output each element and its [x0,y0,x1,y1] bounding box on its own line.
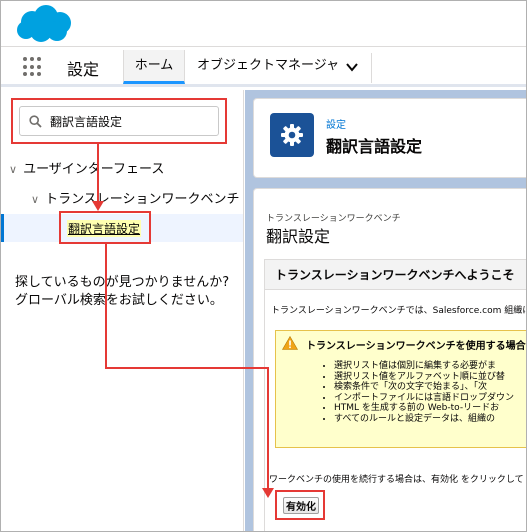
warning-item: 選択リスト値は個別に編集する必要がま [334,361,514,372]
search-icon [29,115,42,128]
tree-item-label: トランスレーションワークベンチ [45,192,240,207]
breadcrumb[interactable]: 設定 [326,116,346,131]
main-content: 設定 翻訳言語設定 トランスレーションワークベンチ 翻訳設定 トランスレーション… [245,90,527,531]
content-card: トランスレーションワークベンチ 翻訳設定 トランスレーションワークベンチへようこ… [253,188,527,531]
tree-item-user-interface[interactable]: ∨ ユーザインターフェース [9,158,164,177]
section-title: 翻訳設定 [266,227,331,246]
intro-text: トランスレーションワークベンチでは、Salesforce.com 組織に対 [271,306,527,316]
window: 設定 ホーム オブジェクトマネージャ ∨ ユーザインターフェース ∨ トランスレーシ… [0,0,527,532]
page-header: 設定 翻訳言語設定 [253,98,526,178]
setup-tile [270,113,314,157]
welcome-title: トランスレーションワークベンチへようこそ [265,260,526,290]
warning-list: 選択リスト値は個別に編集する必要がま 選択リスト値をアルファベット順に並び替 検… [334,361,514,424]
salesforce-cloud-icon[interactable] [13,4,75,44]
enable-highlight-box: 有効化 [275,490,325,520]
warning-item: 検索条件で「次の文字で始まる」、「次 [334,382,514,393]
arrow-down-icon [92,201,104,211]
app-launcher-icon[interactable] [23,57,43,77]
setup-sidebar: ∨ ユーザインターフェース ∨ トランスレーションワークベンチ 翻訳言語設定 探して… [1,90,244,531]
gear-icon [281,124,303,146]
chevron-down-icon[interactable] [345,60,359,74]
warning-box: トランスレーションワークベンチを使用する場合は 選択リスト値は個別に編集する必要… [275,330,527,448]
tree-item-translation-language-settings[interactable]: 翻訳言語設定 [67,220,142,237]
continue-text: ワークベンチの使用を続行する場合は、有効化 をクリックして [269,475,524,485]
warning-item: すべてのルールと設定データは、組織の [334,414,514,425]
tab-object-manager[interactable]: オブジェクトマネージャ [197,50,339,84]
welcome-panel: トランスレーションワークベンチへようこそ トランスレーションワークベンチでは、S… [264,259,527,531]
nav-divider [371,53,372,83]
tree-item-translation-workbench[interactable]: ∨ トランスレーションワークベンチ [31,188,240,207]
quick-find-input[interactable] [50,107,215,135]
warning-item: 選択リスト値をアルファベット順に並び替 [334,372,514,383]
tree-item-label: ユーザインターフェース [23,162,165,177]
warning-icon [282,336,298,350]
warning-title: トランスレーションワークベンチを使用する場合は [306,341,527,352]
page-title: 翻訳言語設定 [326,137,423,156]
chevron-down-icon: ∨ [9,163,18,176]
tab-home[interactable]: ホーム [123,50,185,84]
not-found-message: 探しているものが見つかりませんか? グローバル検索をお試しください。 [15,275,230,308]
app-name: 設定 [67,60,100,79]
warning-item: HTML を生成する前の Web-to-リードお [334,403,514,414]
connector-line [267,367,269,491]
warning-item: インポートファイルには言語ドロップダウン [334,393,514,404]
connector-line [105,367,269,369]
quick-find-box[interactable] [19,106,219,136]
global-header [1,1,526,47]
navigation-bar: 設定 ホーム オブジェクトマネージャ [1,47,526,87]
search-highlight-box [11,98,227,144]
connector-line [97,144,99,204]
enable-button[interactable]: 有効化 [283,497,319,514]
arrow-down-icon [262,488,274,498]
connector-line [105,244,107,369]
chevron-down-icon: ∨ [31,193,40,206]
